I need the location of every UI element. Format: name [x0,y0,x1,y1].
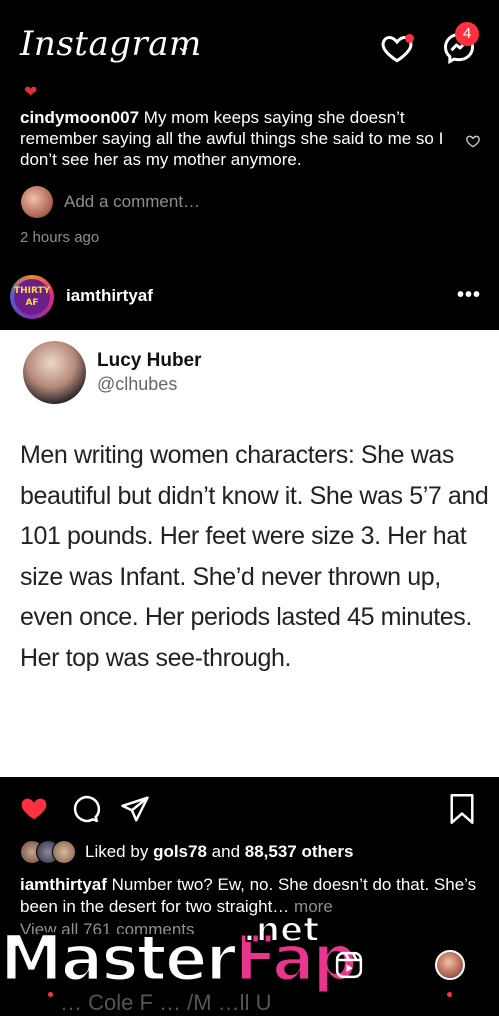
tweet-author-handle: @clhubes [97,374,178,394]
likes-others[interactable]: 88,537 others [245,842,354,861]
watermark-suffix: .net [242,909,320,951]
comment-like-icon[interactable] [465,133,481,149]
comment-text: cindymoon007 My mom keeps saying she doe… [20,107,450,170]
likes-summary[interactable]: Liked by gols78 and 88,537 others [85,842,353,862]
liker-avatar [52,840,76,864]
message-count-badge[interactable]: 4 [455,22,479,46]
likes-user[interactable]: gols78 [153,842,207,861]
chevron-down-icon[interactable]: ⌄ [176,36,191,57]
comment-username[interactable]: cindymoon007 [20,108,139,127]
notification-dot [405,34,414,43]
tweet-avatar [23,341,86,404]
likes-prefix: Liked by [85,842,149,861]
comment-icon[interactable] [70,794,100,824]
like-heart-icon[interactable] [18,793,50,823]
liked-by-avatars[interactable] [20,840,80,864]
bookmark-icon[interactable] [448,793,476,825]
instagram-logo[interactable]: Instagram [20,24,202,64]
caption-username[interactable]: iamthirtyaf [20,875,107,894]
watermark-part1: Master [0,921,238,997]
next-post-peek: … Cole F … /M …ll U [60,990,272,1015]
post-timestamp: 2 hours ago [20,229,100,246]
profile-activity-dot [447,992,452,997]
post-author-username[interactable]: iamthirtyaf [66,286,153,306]
tweet-text: Men writing women characters: She was be… [20,441,489,672]
broken-heart-icon: ❤ [24,84,38,101]
profile-tab-avatar[interactable] [435,950,465,980]
post-author-avatar[interactable]: THIRTY AF [14,279,50,315]
home-activity-dot [48,992,53,997]
reels-icon[interactable] [334,950,364,980]
more-options-icon[interactable]: ••• [457,284,481,307]
tweet-author-name: Lucy Huber [97,350,202,371]
current-user-avatar [21,186,53,218]
likes-and: and [211,842,241,861]
share-icon[interactable] [120,794,150,824]
add-comment-input[interactable]: Add a comment… [64,192,200,212]
